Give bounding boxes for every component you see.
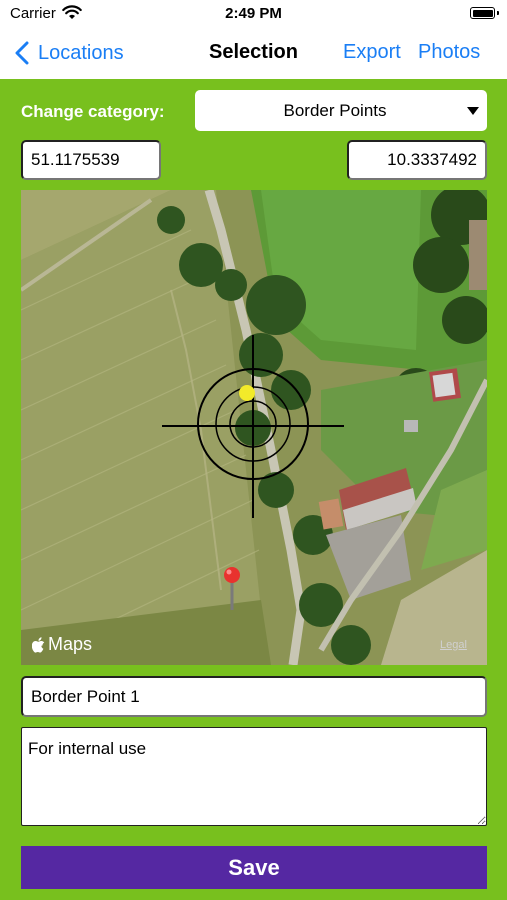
category-selected-value: Border Points	[283, 101, 387, 120]
category-dropdown[interactable]: Border Points	[195, 90, 487, 131]
dropdown-arrow-icon	[467, 107, 479, 115]
export-button[interactable]: Export	[343, 41, 401, 64]
save-button[interactable]: Save	[21, 846, 487, 889]
point-name-field[interactable]	[21, 676, 487, 717]
category-label: Change category:	[21, 102, 165, 121]
navigation-bar: Locations Selection Export Photos	[0, 28, 507, 79]
latitude-field[interactable]	[21, 140, 161, 180]
satellite-map[interactable]: Maps Legal	[21, 190, 487, 665]
status-bar: Carrier 2:49 PM	[0, 0, 507, 28]
back-button[interactable]: Locations	[14, 39, 124, 67]
yellow-location-dot	[239, 385, 255, 401]
chevron-left-icon	[15, 41, 29, 65]
back-button-label: Locations	[38, 41, 124, 64]
satellite-imagery	[21, 190, 487, 665]
longitude-field[interactable]	[347, 140, 487, 180]
apple-logo-icon	[32, 636, 45, 653]
photos-button[interactable]: Photos	[418, 41, 480, 64]
maps-attribution: Maps	[32, 634, 92, 655]
note-textarea[interactable]: For internal use	[21, 727, 487, 826]
legal-link[interactable]: Legal	[440, 639, 467, 651]
maps-label: Maps	[48, 634, 93, 654]
selection-form: Change category: Border Points 51.117553…	[0, 79, 507, 900]
status-time: 2:49 PM	[225, 5, 282, 22]
battery-icon	[470, 7, 499, 19]
